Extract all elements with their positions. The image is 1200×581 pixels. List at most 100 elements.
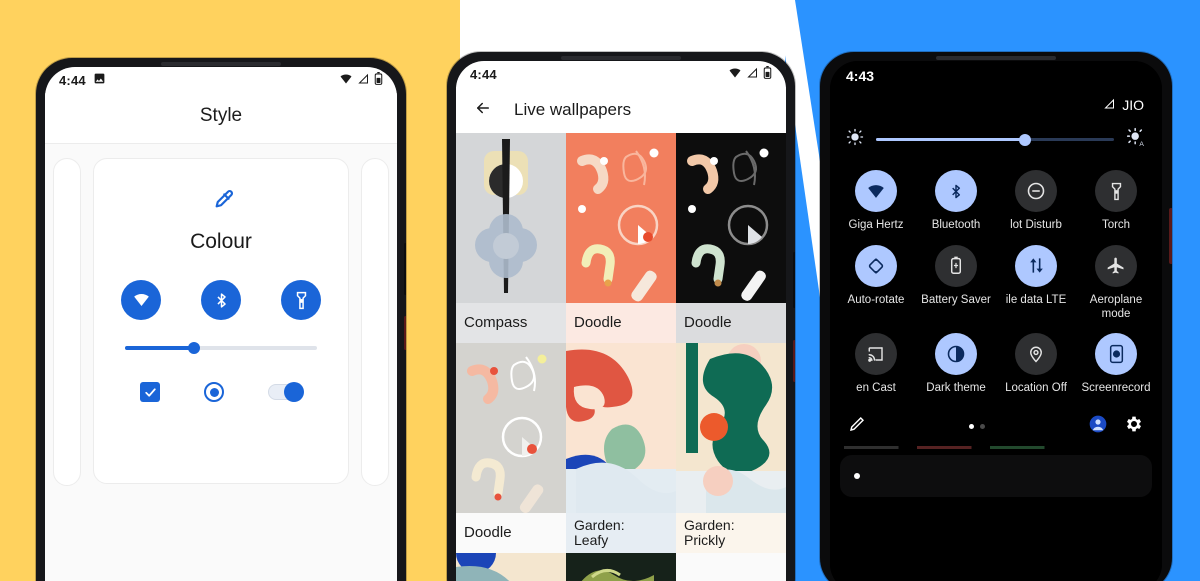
wallpaper-label: Doodle <box>566 303 676 343</box>
signal-icon <box>746 67 759 82</box>
style-slider[interactable] <box>125 342 317 354</box>
wallpaper-thumbnail <box>566 553 676 581</box>
page-title: Style <box>45 93 397 143</box>
brightness-auto-icon[interactable]: A <box>1126 127 1146 152</box>
flashlight-icon[interactable] <box>281 280 321 320</box>
wifi-icon <box>728 67 742 82</box>
phone1-body: Colour <box>45 144 397 581</box>
tile-location[interactable]: Location Off <box>996 333 1076 404</box>
tile-aeroplane-mode[interactable]: Aeroplane mode <box>1076 244 1156 330</box>
tile-label: Bluetooth <box>931 219 981 231</box>
wallpaper-thumbnail <box>456 553 566 581</box>
switch-thumb <box>284 382 304 402</box>
screen-record-icon <box>1095 333 1137 376</box>
tile-label: Battery Saver <box>921 293 991 306</box>
tile-label: Aeroplane mode <box>1089 293 1143 320</box>
phone2-status-bar: 4:44 <box>456 61 786 87</box>
carrier-row: JIO <box>830 97 1162 113</box>
quick-settings-tiles: Giga Hertz Bluetooth lot Disturb Torch A… <box>830 160 1162 404</box>
wallpaper-label: Garden: Prickly <box>676 513 786 553</box>
tile-torch[interactable]: Torch <box>1076 170 1156 241</box>
phone3-screen: 4:43 JIO A Giga Hertz Bluetooth lot Dist… <box>830 61 1162 581</box>
tile-dark-theme[interactable]: Dark theme <box>916 333 996 404</box>
wallpaper-item[interactable]: Doodle <box>566 133 676 343</box>
wallpaper-item[interactable]: Compass <box>456 133 566 343</box>
volume-button[interactable] <box>793 252 795 308</box>
page-dot-active[interactable] <box>969 423 974 429</box>
slider-knob[interactable] <box>188 342 200 354</box>
brightness-low-icon <box>846 128 864 151</box>
tile-mobile-data[interactable]: ile data LTE <box>996 244 1076 330</box>
style-card-next[interactable] <box>361 158 389 486</box>
page-title: Live wallpapers <box>514 100 632 119</box>
tile-screen-record[interactable]: Screenrecord <box>1076 333 1156 404</box>
tile-bluetooth[interactable]: Bluetooth <box>916 170 996 241</box>
tile-screen-cast[interactable]: en Cast <box>836 333 916 404</box>
status-time: 4:43 <box>846 68 875 84</box>
brightness-track[interactable] <box>876 133 1114 146</box>
tile-label: Location Off <box>1005 382 1067 395</box>
wallpaper-thumbnail <box>676 343 786 513</box>
phone1-screen: 4:44 Style Colour <box>45 67 397 581</box>
wallpaper-thumbnail <box>456 133 566 303</box>
power-button[interactable] <box>793 340 795 382</box>
volume-button[interactable] <box>404 243 406 295</box>
power-button[interactable] <box>1169 208 1172 264</box>
style-card-previous[interactable] <box>53 158 81 486</box>
tile-do-not-disturb[interactable]: lot Disturb <box>996 170 1076 241</box>
wallpaper-item[interactable]: Garden: Leafy <box>566 343 676 553</box>
status-time: 4:44 <box>59 72 86 88</box>
location-icon <box>1015 333 1057 376</box>
wallpaper-thumbnail <box>566 133 676 303</box>
wallpaper-item[interactable] <box>456 553 566 581</box>
slider-fill <box>125 346 195 350</box>
wallpaper-item[interactable]: Doodle <box>676 133 786 343</box>
wallpaper-thumbnail <box>566 343 676 513</box>
phone-device-style: 4:44 Style Colour <box>36 58 406 581</box>
style-card-colour[interactable]: Colour <box>93 158 349 484</box>
notification-dot-icon <box>854 473 860 480</box>
wallpaper-item[interactable]: Garden: Prickly <box>676 343 786 553</box>
wallpaper-label: Garden: Leafy <box>566 513 676 553</box>
earpiece-speaker <box>561 56 681 60</box>
toggle-switch-on[interactable] <box>268 382 304 402</box>
tile-label: Torch <box>1101 219 1131 231</box>
arrow-back-icon[interactable] <box>472 99 494 122</box>
wallpaper-item[interactable]: Doodle <box>456 343 566 553</box>
battery-saver-icon <box>935 244 977 287</box>
brightness-slider-row[interactable]: A <box>830 113 1162 160</box>
page-dot[interactable] <box>980 423 985 429</box>
notification-card[interactable] <box>840 455 1152 498</box>
style-card-carousel[interactable]: Colour <box>45 158 397 486</box>
auto-rotate-icon <box>855 244 897 287</box>
status-right-icons <box>339 72 383 88</box>
wallpaper-item[interactable] <box>676 553 786 581</box>
tile-auto-rotate[interactable]: Auto-rotate <box>836 244 916 330</box>
phone1-status-bar: 4:44 <box>45 67 397 93</box>
wallpaper-grid: Compass Doodle Doodle Doodle Garden: Lea… <box>456 133 786 581</box>
radio-selected[interactable] <box>204 382 224 402</box>
tile-giga-hertz[interactable]: Giga Hertz <box>836 170 916 241</box>
power-button[interactable] <box>404 316 406 350</box>
quick-settings-panel: 4:43 JIO A Giga Hertz Bluetooth lot Dist… <box>830 61 1162 581</box>
wifi-icon <box>855 170 897 212</box>
user-avatar-icon[interactable] <box>1088 414 1108 439</box>
brightness-fill <box>876 138 1024 141</box>
carousel-nav: ‹ › <box>45 572 397 581</box>
do-not-disturb-icon <box>1015 170 1057 212</box>
brightness-knob[interactable] <box>1018 133 1031 146</box>
mobile-data-icon <box>1015 244 1057 287</box>
style-control-row <box>140 382 304 402</box>
gear-icon[interactable] <box>1124 414 1144 439</box>
wallpaper-thumbnail <box>676 553 786 581</box>
photo-icon <box>93 72 106 88</box>
screenshot-stage: 4:44 Style Colour 4:44 Live wallpapers C… <box>0 0 1200 581</box>
tile-battery-saver[interactable]: Battery Saver <box>916 244 996 330</box>
quick-settings-footer <box>830 404 1162 444</box>
pencil-icon[interactable] <box>848 415 866 438</box>
status-right-icons <box>728 66 772 82</box>
wallpaper-item[interactable] <box>566 553 676 581</box>
wifi-icon[interactable] <box>121 280 161 320</box>
bluetooth-icon[interactable] <box>201 280 241 320</box>
checkbox-checked[interactable] <box>140 382 160 402</box>
